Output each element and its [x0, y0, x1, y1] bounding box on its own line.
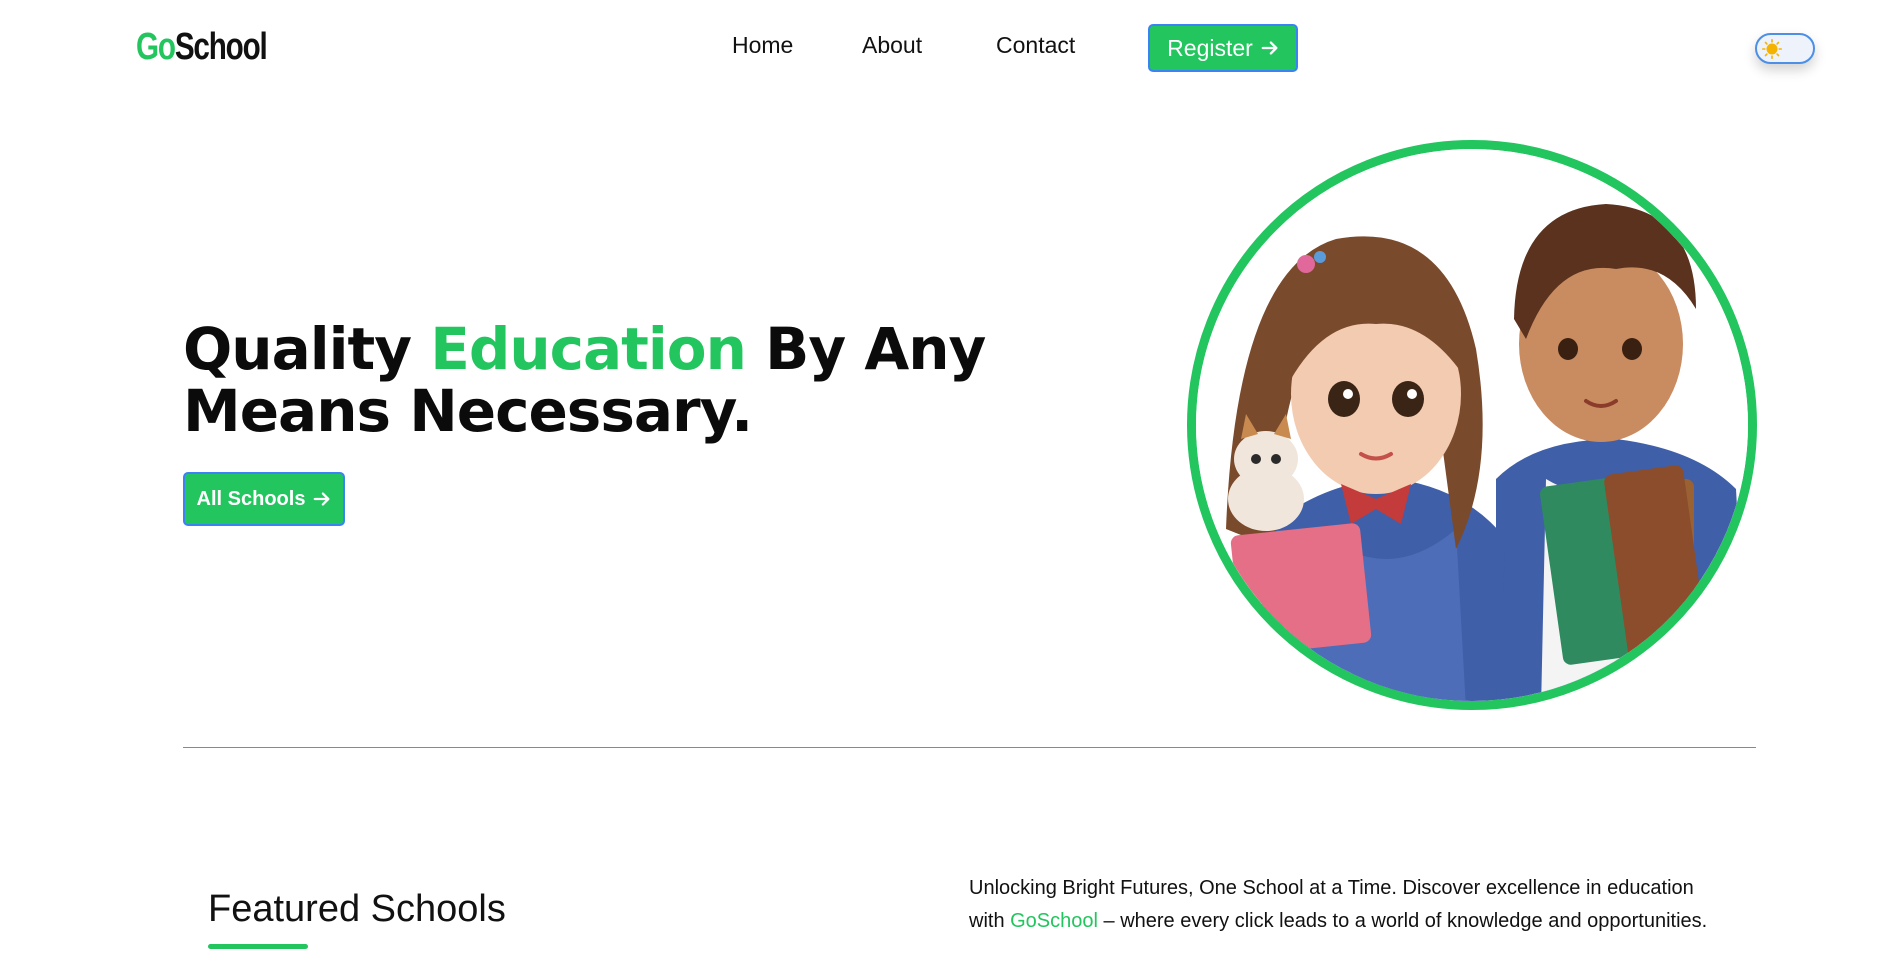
logo-go: Go: [136, 26, 176, 68]
logo-school: School: [174, 26, 268, 68]
theme-toggle[interactable]: [1755, 33, 1815, 64]
all-schools-label: All Schools: [196, 487, 306, 510]
featured-title-underline: [208, 944, 308, 949]
arrow-right-icon: [314, 492, 330, 506]
sun-icon: [1762, 39, 1782, 59]
hero-title-part1: Quality: [183, 315, 431, 383]
featured-tagline: Unlocking Bright Futures, One School at …: [969, 872, 1709, 938]
arrow-right-icon: [1261, 41, 1278, 55]
all-schools-button[interactable]: All Schools: [183, 472, 345, 526]
nav-home[interactable]: Home: [732, 32, 793, 59]
featured-schools-title: Featured Schools: [208, 888, 506, 930]
register-button[interactable]: Register: [1148, 24, 1298, 72]
hero-title: Quality Education By Any Means Necessary…: [183, 318, 1043, 442]
logo[interactable]: GoSchool: [136, 26, 268, 69]
register-label: Register: [1167, 34, 1253, 61]
students-illustration-icon: [1196, 149, 1748, 701]
nav-contact[interactable]: Contact: [996, 32, 1075, 59]
hero-title-accent: Education: [430, 315, 747, 383]
tagline-brand: GoSchool: [1010, 910, 1098, 932]
hero-students-illustration: [1187, 140, 1757, 710]
section-divider: [183, 747, 1756, 748]
nav-about[interactable]: About: [862, 32, 922, 59]
tagline-part2: – where every click leads to a world of …: [1097, 910, 1708, 932]
